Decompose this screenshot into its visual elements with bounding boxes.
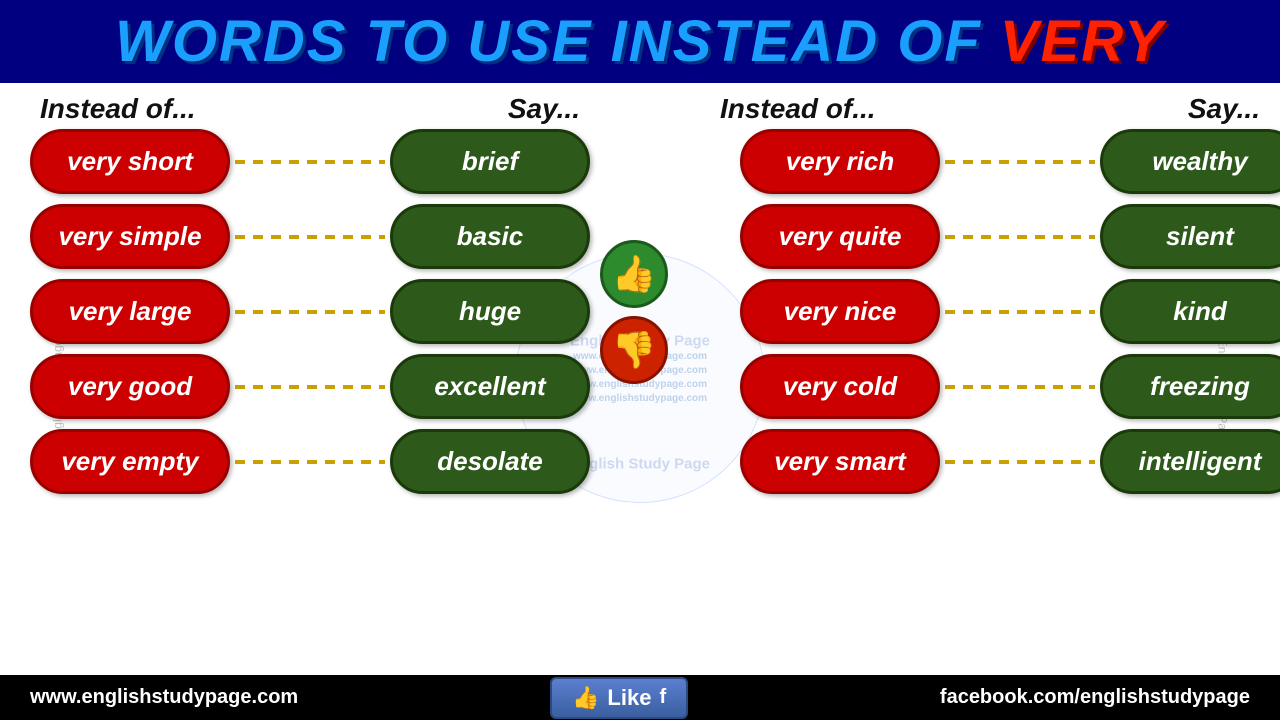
center-icons: 👍 👎: [600, 240, 668, 384]
right-pair-3: very nice kind: [740, 279, 1280, 344]
left-instead-3: very large: [30, 279, 230, 344]
thumbs-down-icon: 👎: [600, 316, 668, 384]
left-say-4: excellent: [390, 354, 590, 419]
right-headers: Instead of... Say...: [710, 93, 1270, 125]
right-instead-2: very quite: [740, 204, 940, 269]
left-section: very short brief very simple basic very …: [30, 129, 590, 494]
left-instead-2: very simple: [30, 204, 230, 269]
title-blue: WORDS TO USE INSTEAD OF: [115, 9, 1000, 74]
left-headers: Instead of... Say...: [30, 93, 590, 125]
right-dotted-line-1: [945, 160, 1095, 164]
header: WORDS TO USE INSTEAD OF VERY: [0, 0, 1280, 83]
left-say-2: basic: [390, 204, 590, 269]
left-pair-2: very simple basic: [30, 204, 590, 269]
left-pair-1: very short brief: [30, 129, 590, 194]
right-instead-header: Instead of...: [720, 93, 876, 125]
left-instead-header: Instead of...: [40, 93, 196, 125]
left-instead-5: very empty: [30, 429, 230, 494]
right-instead-5: very smart: [740, 429, 940, 494]
like-button[interactable]: 👍 Like f: [550, 677, 688, 719]
like-label: Like: [607, 685, 651, 711]
right-say-3: kind: [1100, 279, 1280, 344]
right-dotted-line-2: [945, 235, 1095, 239]
right-pair-5: very smart intelligent: [740, 429, 1280, 494]
dotted-line-4: [235, 385, 385, 389]
footer: www.englishstudypage.com 👍 Like f facebo…: [0, 675, 1280, 720]
dotted-line-3: [235, 310, 385, 314]
right-say-4: freezing: [1100, 354, 1280, 419]
left-pair-5: very empty desolate: [30, 429, 590, 494]
dotted-line-2: [235, 235, 385, 239]
thumbs-up-icon: 👍: [600, 240, 668, 308]
right-pair-1: very rich wealthy: [740, 129, 1280, 194]
pairs-container: very short brief very simple basic very …: [30, 129, 1250, 494]
title-red: VERY: [1000, 9, 1165, 74]
right-dotted-line-3: [945, 310, 1095, 314]
footer-facebook: facebook.com/englishstudypage: [940, 686, 1250, 709]
column-headers: Instead of... Say... Instead of... Say..…: [30, 83, 1250, 129]
right-pair-2: very quite silent: [740, 204, 1280, 269]
left-say-3: huge: [390, 279, 590, 344]
left-instead-1: very short: [30, 129, 230, 194]
right-instead-1: very rich: [740, 129, 940, 194]
right-dotted-line-4: [945, 385, 1095, 389]
right-say-header: Say...: [1188, 93, 1260, 125]
main-content: English Study Page English Study Page En…: [0, 83, 1280, 698]
right-pair-4: very cold freezing: [740, 354, 1280, 419]
right-dotted-line-5: [945, 460, 1095, 464]
left-say-1: brief: [390, 129, 590, 194]
left-pair-4: very good excellent: [30, 354, 590, 419]
right-instead-3: very nice: [740, 279, 940, 344]
left-pair-3: very large huge: [30, 279, 590, 344]
facebook-f-icon: f: [659, 686, 666, 709]
dotted-line-1: [235, 160, 385, 164]
right-say-5: intelligent: [1100, 429, 1280, 494]
right-say-1: wealthy: [1100, 129, 1280, 194]
left-instead-4: very good: [30, 354, 230, 419]
right-instead-4: very cold: [740, 354, 940, 419]
left-say-5: desolate: [390, 429, 590, 494]
main-title: WORDS TO USE INSTEAD OF VERY: [20, 8, 1260, 75]
thumbs-up-footer-icon: 👍: [572, 685, 599, 711]
right-section: very rich wealthy very quite silent very…: [740, 129, 1280, 494]
left-say-header: Say...: [508, 93, 580, 125]
dotted-line-5: [235, 460, 385, 464]
footer-website: www.englishstudypage.com: [30, 686, 298, 709]
right-say-2: silent: [1100, 204, 1280, 269]
